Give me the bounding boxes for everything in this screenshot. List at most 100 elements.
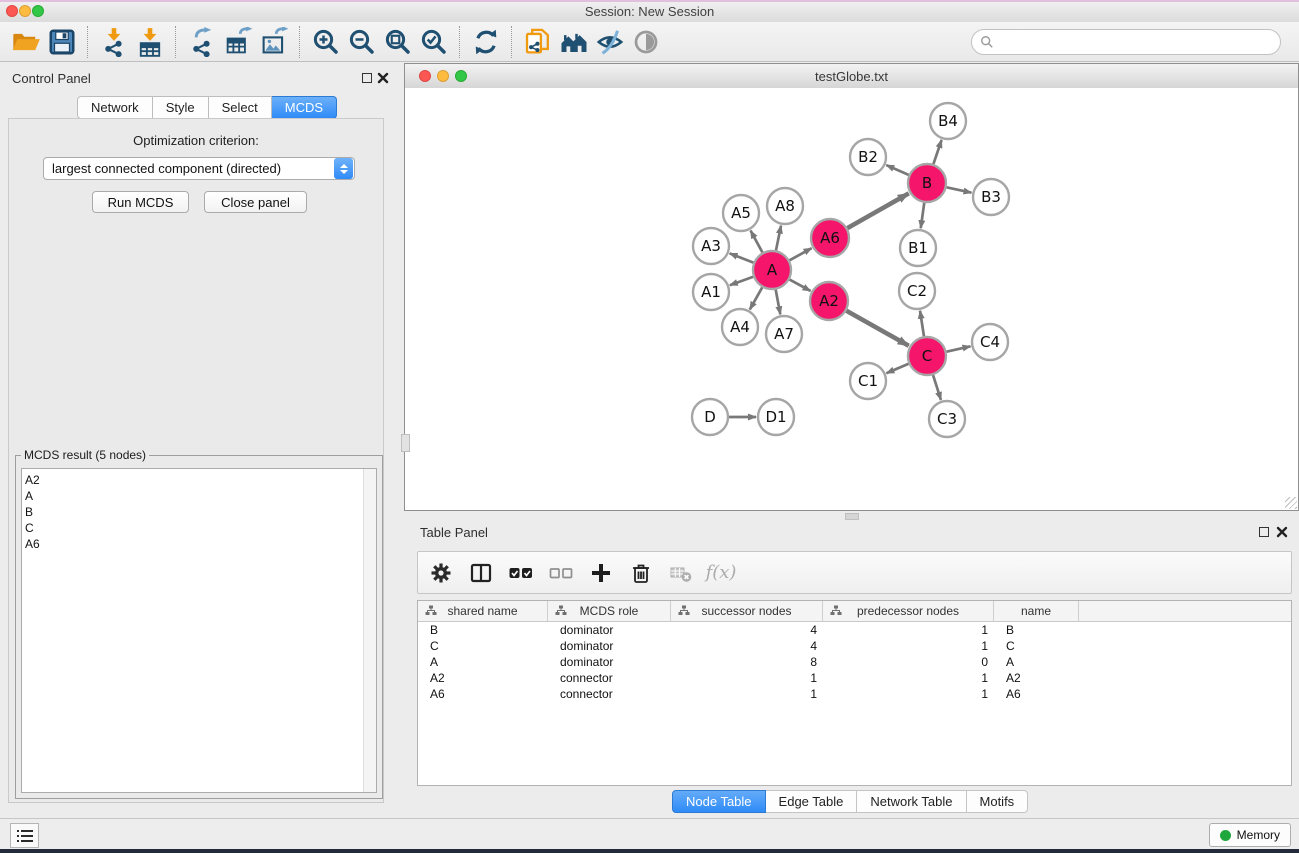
mcds-result-list[interactable]: A2ABCA6 (21, 468, 377, 793)
table-cell[interactable]: B (994, 623, 1079, 637)
table-cell[interactable]: A (994, 655, 1079, 669)
graph-edge-A-A7[interactable] (776, 290, 781, 315)
splitter-grip[interactable] (401, 434, 410, 452)
graph-edge-A-A1[interactable] (730, 277, 753, 285)
export-image-icon[interactable] (256, 25, 292, 59)
table-cell[interactable]: 0 (823, 655, 994, 669)
table-cell[interactable]: A6 (418, 687, 548, 701)
mcds-result-item[interactable]: A (22, 488, 376, 504)
float-panel-icon[interactable] (362, 73, 372, 83)
table-cell[interactable]: A6 (994, 687, 1079, 701)
tab-select[interactable]: Select (209, 96, 272, 119)
close-panel-icon[interactable] (377, 72, 389, 84)
add-column-icon[interactable] (588, 560, 614, 586)
tab-motifs[interactable]: Motifs (967, 790, 1029, 813)
graph-edge-A-A8[interactable] (776, 226, 781, 251)
column-header-shared-name[interactable]: shared name (418, 601, 548, 621)
table-row[interactable]: A2connector11A2 (418, 670, 1291, 686)
optimization-select[interactable]: largest connected component (directed) (43, 157, 355, 180)
table-cell[interactable]: C (994, 639, 1079, 653)
mcds-result-item[interactable]: A2 (22, 469, 376, 488)
graph-edge-A2-C[interactable] (846, 311, 908, 346)
graph-edge-B-B1[interactable] (921, 203, 925, 228)
table-row[interactable]: Cdominator41C (418, 638, 1291, 654)
contrast-icon[interactable] (628, 25, 664, 59)
table-cell[interactable]: B (418, 623, 548, 637)
graph-edge-C-C3[interactable] (933, 375, 941, 400)
table-cell[interactable]: dominator (548, 623, 671, 637)
run-mcds-button[interactable]: Run MCDS (92, 191, 189, 213)
import-table-icon[interactable] (132, 25, 168, 59)
save-session-icon[interactable] (44, 25, 80, 59)
column-header-MCDS-role[interactable]: MCDS role (548, 601, 671, 621)
table-row[interactable]: Bdominator41B (418, 622, 1291, 638)
table-cell[interactable]: 8 (671, 655, 823, 669)
open-session-icon[interactable] (8, 25, 44, 59)
splitter-grip[interactable] (845, 513, 859, 520)
column-header-predecessor-nodes[interactable]: predecessor nodes (823, 601, 994, 621)
column-header-name[interactable]: name (994, 601, 1079, 621)
clone-network-icon[interactable] (520, 25, 556, 59)
deselect-all-icon[interactable] (548, 560, 574, 586)
table-cell[interactable]: 1 (823, 687, 994, 701)
table-row[interactable]: Adominator80A (418, 654, 1291, 670)
tab-network-table[interactable]: Network Table (857, 790, 966, 813)
columns-icon[interactable] (468, 560, 494, 586)
mcds-result-item[interactable]: B (22, 504, 376, 520)
table-cell[interactable]: dominator (548, 655, 671, 669)
table-cell[interactable]: dominator (548, 639, 671, 653)
table-cell[interactable]: A2 (418, 671, 548, 685)
zoom-fit-icon[interactable] (380, 25, 416, 59)
resize-grip-icon[interactable] (1285, 497, 1297, 509)
network-graph[interactable]: B4B2BB3A8A5A6A3B1AA1C2A2A4A7C4CC1C3DD1 (405, 88, 1298, 510)
graph-edge-B-B3[interactable] (947, 187, 972, 192)
export-table-icon[interactable] (220, 25, 256, 59)
tab-node-table[interactable]: Node Table (672, 790, 766, 813)
graph-edge-C-C2[interactable] (920, 311, 924, 336)
graph-edge-A-A4[interactable] (750, 287, 762, 309)
network-canvas[interactable]: B4B2BB3A8A5A6A3B1AA1C2A2A4A7C4CC1C3DD1 (405, 88, 1298, 510)
hide-panel-icon[interactable] (592, 25, 628, 59)
export-network-icon[interactable] (184, 25, 220, 59)
function-icon[interactable]: f(x) (708, 560, 734, 586)
table-cell[interactable]: connector (548, 687, 671, 701)
graph-edge-A-A5[interactable] (751, 231, 763, 253)
select-all-icon[interactable] (508, 560, 534, 586)
scrollbar[interactable] (363, 469, 376, 792)
column-header-successor-nodes[interactable]: successor nodes (671, 601, 823, 621)
float-panel-icon[interactable] (1259, 527, 1269, 537)
search-box[interactable] (971, 29, 1281, 55)
table-cell[interactable]: 1 (823, 639, 994, 653)
close-panel-button[interactable]: Close panel (204, 191, 307, 213)
zoom-out-icon[interactable] (344, 25, 380, 59)
table-cell[interactable]: 4 (671, 623, 823, 637)
graph-edge-C-C4[interactable] (947, 346, 971, 351)
table-cell[interactable]: 1 (823, 623, 994, 637)
delete-table-icon[interactable] (668, 560, 694, 586)
graph-edge-A-A6[interactable] (790, 248, 812, 260)
gear-icon[interactable] (428, 560, 454, 586)
table-cell[interactable]: 1 (671, 687, 823, 701)
zoom-in-icon[interactable] (308, 25, 344, 59)
graph-edge-A-A3[interactable] (730, 253, 754, 262)
table-row[interactable]: A6connector11A6 (418, 686, 1291, 702)
graph-edge-C-C1[interactable] (886, 364, 908, 373)
tab-edge-table[interactable]: Edge Table (766, 790, 858, 813)
table-cell[interactable]: 1 (823, 671, 994, 685)
graph-edge-A6-B[interactable] (847, 193, 908, 228)
mcds-result-item[interactable]: A6 (22, 536, 376, 552)
tab-style[interactable]: Style (153, 96, 209, 119)
import-network-icon[interactable] (96, 25, 132, 59)
close-panel-icon[interactable] (1276, 526, 1288, 538)
task-history-button[interactable] (10, 823, 39, 848)
table-cell[interactable]: 4 (671, 639, 823, 653)
table-cell[interactable]: connector (548, 671, 671, 685)
zoom-selected-icon[interactable] (416, 25, 452, 59)
graph-edge-B-B2[interactable] (886, 165, 908, 175)
delete-column-icon[interactable] (628, 560, 654, 586)
graph-edge-A-A2[interactable] (790, 280, 811, 291)
search-input[interactable] (1000, 34, 1272, 50)
refresh-icon[interactable] (468, 25, 504, 59)
table-cell[interactable]: A (418, 655, 548, 669)
table-cell[interactable]: 1 (671, 671, 823, 685)
